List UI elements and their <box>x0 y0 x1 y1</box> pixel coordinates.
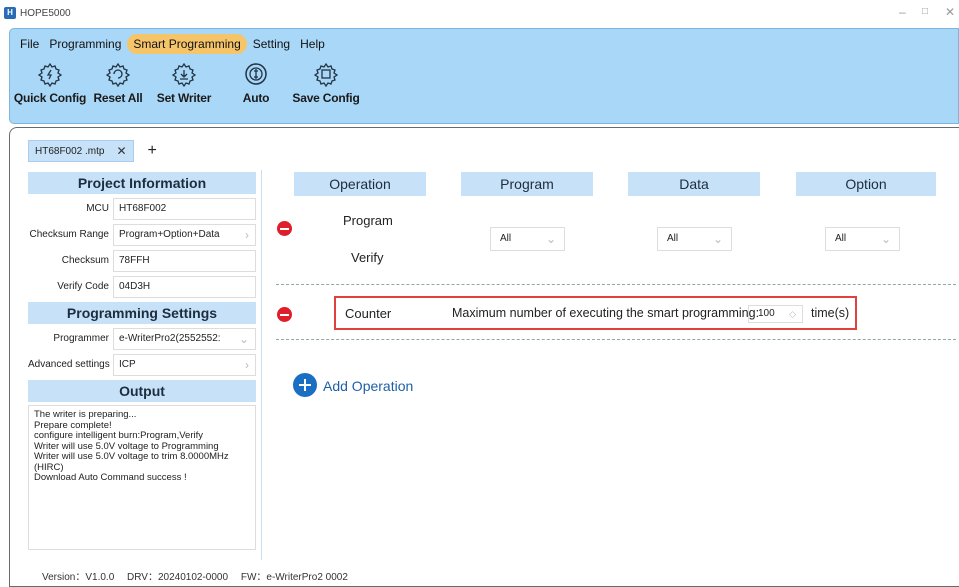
reset-all-button[interactable]: Reset All <box>88 61 148 105</box>
program-select[interactable]: All ⌄ <box>490 227 565 251</box>
counter-value: 100 <box>758 308 775 319</box>
data-select[interactable]: All ⌄ <box>657 227 732 251</box>
panel-divider <box>261 170 262 560</box>
gear-refresh-icon <box>105 62 131 87</box>
auto-icon <box>245 63 267 85</box>
chevron-right-icon: › <box>245 357 249 372</box>
gear-download-icon <box>171 62 197 87</box>
chevron-down-icon: ⌄ <box>880 232 891 246</box>
counter-description: Maximum number of executing the smart pr… <box>452 306 760 320</box>
checksum-range-row: Checksum Range Program+Option+Data › <box>28 223 256 246</box>
programmer-value: e-WriterPro2(2552552: <box>119 332 221 344</box>
mcu-row: MCU HT68F002 <box>28 197 256 220</box>
data-select-value: All <box>667 233 679 244</box>
set-writer-button[interactable]: Set Writer <box>154 61 214 105</box>
advanced-settings-label: Advanced settings <box>28 359 110 370</box>
programmer-row: Programmer e-WriterPro2(2552552: ⌄ <box>28 327 256 350</box>
left-panel: Project Information MCU HT68F002 Checksu… <box>28 172 256 550</box>
option-select-value: All <box>835 233 847 244</box>
drv-text: DRV：20240102-0000 <box>127 572 229 583</box>
column-program: Program <box>461 172 593 196</box>
separator <box>276 284 956 285</box>
column-data: Data <box>628 172 760 196</box>
quick-config-label: Quick Config <box>13 91 87 105</box>
output-line: The writer is preparing... <box>34 409 137 420</box>
remove-operation-button[interactable] <box>277 221 292 236</box>
reset-all-label: Reset All <box>93 91 143 105</box>
separator <box>276 339 956 340</box>
operation-program-label: Program <box>343 213 393 228</box>
status-bar: Version：V1.0.0 DRV：20240102-0000 FW：e-Wr… <box>42 568 358 583</box>
maximize-button[interactable]: □ <box>922 6 928 18</box>
add-operation-icon[interactable] <box>293 373 317 397</box>
spinner-icon[interactable]: ◇ <box>789 306 796 322</box>
window-title: HOPE5000 <box>20 7 71 19</box>
app-logo-icon: H <box>4 7 16 19</box>
menu-help[interactable]: Help <box>296 34 329 54</box>
output-log: The writer is preparing... Prepare compl… <box>28 405 256 550</box>
advanced-settings-select[interactable]: ICP › <box>113 353 256 376</box>
fw-text: FW：e-WriterPro2 0002 <box>240 572 348 583</box>
checksum-label: Checksum <box>61 255 109 266</box>
version-text: Version：V1.0.0 <box>42 572 115 583</box>
option-select[interactable]: All ⌄ <box>825 227 900 251</box>
quick-config-button[interactable]: Quick Config <box>10 61 90 105</box>
mcu-label: MCU <box>86 203 109 214</box>
ribbon: File Programming Smart Programming Setti… <box>9 28 959 124</box>
gear-save-icon <box>313 62 339 87</box>
column-operation: Operation <box>294 172 426 196</box>
checksum-range-value: Program+Option+Data <box>119 228 220 240</box>
minimize-button[interactable]: – <box>899 6 906 18</box>
operation-verify-label: Verify <box>351 250 384 265</box>
add-tab-button[interactable]: + <box>148 142 157 160</box>
checksum-field: 78FFH <box>113 249 256 272</box>
advanced-settings-row: Advanced settings ICP › <box>28 353 256 376</box>
gear-bolt-icon <box>37 62 63 87</box>
main-panel: HT68F002 .mtp ✕ + Project Information MC… <box>9 127 959 587</box>
tab-strip: HT68F002 .mtp ✕ + <box>28 140 157 162</box>
menu-smart-programming[interactable]: Smart Programming <box>127 34 247 54</box>
menu-setting[interactable]: Setting <box>249 34 294 54</box>
close-tab-icon[interactable]: ✕ <box>116 144 126 158</box>
counter-label: Counter <box>345 306 392 321</box>
auto-button[interactable]: Auto <box>236 61 276 105</box>
project-information-heading: Project Information <box>28 172 256 194</box>
output-line: Download Auto Command success ! <box>34 472 187 483</box>
checksum-range-label: Checksum Range <box>29 229 109 240</box>
add-operation-button[interactable]: Add Operation <box>323 378 413 394</box>
advanced-settings-value: ICP <box>119 358 136 370</box>
programmer-select[interactable]: e-WriterPro2(2552552: ⌄ <box>113 327 256 350</box>
tab-project[interactable]: HT68F002 .mtp ✕ <box>28 140 134 162</box>
chevron-right-icon: › <box>245 227 249 242</box>
auto-label: Auto <box>242 91 270 105</box>
chevron-down-icon: ⌄ <box>235 328 249 349</box>
save-config-label: Save Config <box>292 91 360 105</box>
remove-counter-button[interactable] <box>277 307 292 322</box>
counter-input[interactable]: 100 ◇ <box>748 305 803 323</box>
output-line: Writer will use 5.0V voltage to trim 8.0… <box>34 451 229 462</box>
menu-bar: File Programming Smart Programming Setti… <box>16 34 331 54</box>
set-writer-label: Set Writer <box>156 91 212 105</box>
menu-programming[interactable]: Programming <box>45 34 125 54</box>
output-heading: Output <box>28 380 256 402</box>
verify-code-field: 04D3H <box>113 275 256 298</box>
title-bar: H HOPE5000 – □ ✕ <box>0 0 959 26</box>
checksum-range-select[interactable]: Program+Option+Data › <box>113 223 256 246</box>
mcu-field: HT68F002 <box>113 197 256 220</box>
menu-file[interactable]: File <box>16 34 43 54</box>
checksum-row: Checksum 78FFH <box>28 249 256 272</box>
chevron-down-icon: ⌄ <box>545 232 556 246</box>
save-config-button[interactable]: Save Config <box>292 61 360 105</box>
tab-project-label: HT68F002 .mtp <box>35 145 105 157</box>
output-line: configure intelligent burn:Program,Verif… <box>34 430 203 441</box>
programming-settings-heading: Programming Settings <box>28 302 256 324</box>
chevron-down-icon: ⌄ <box>712 232 723 246</box>
counter-unit: time(s) <box>811 306 850 320</box>
close-window-button[interactable]: ✕ <box>945 6 955 18</box>
verify-code-label: Verify Code <box>57 281 109 292</box>
programmer-label: Programmer <box>53 333 109 344</box>
verify-code-row: Verify Code 04D3H <box>28 275 256 298</box>
column-option: Option <box>796 172 936 196</box>
program-select-value: All <box>500 233 512 244</box>
